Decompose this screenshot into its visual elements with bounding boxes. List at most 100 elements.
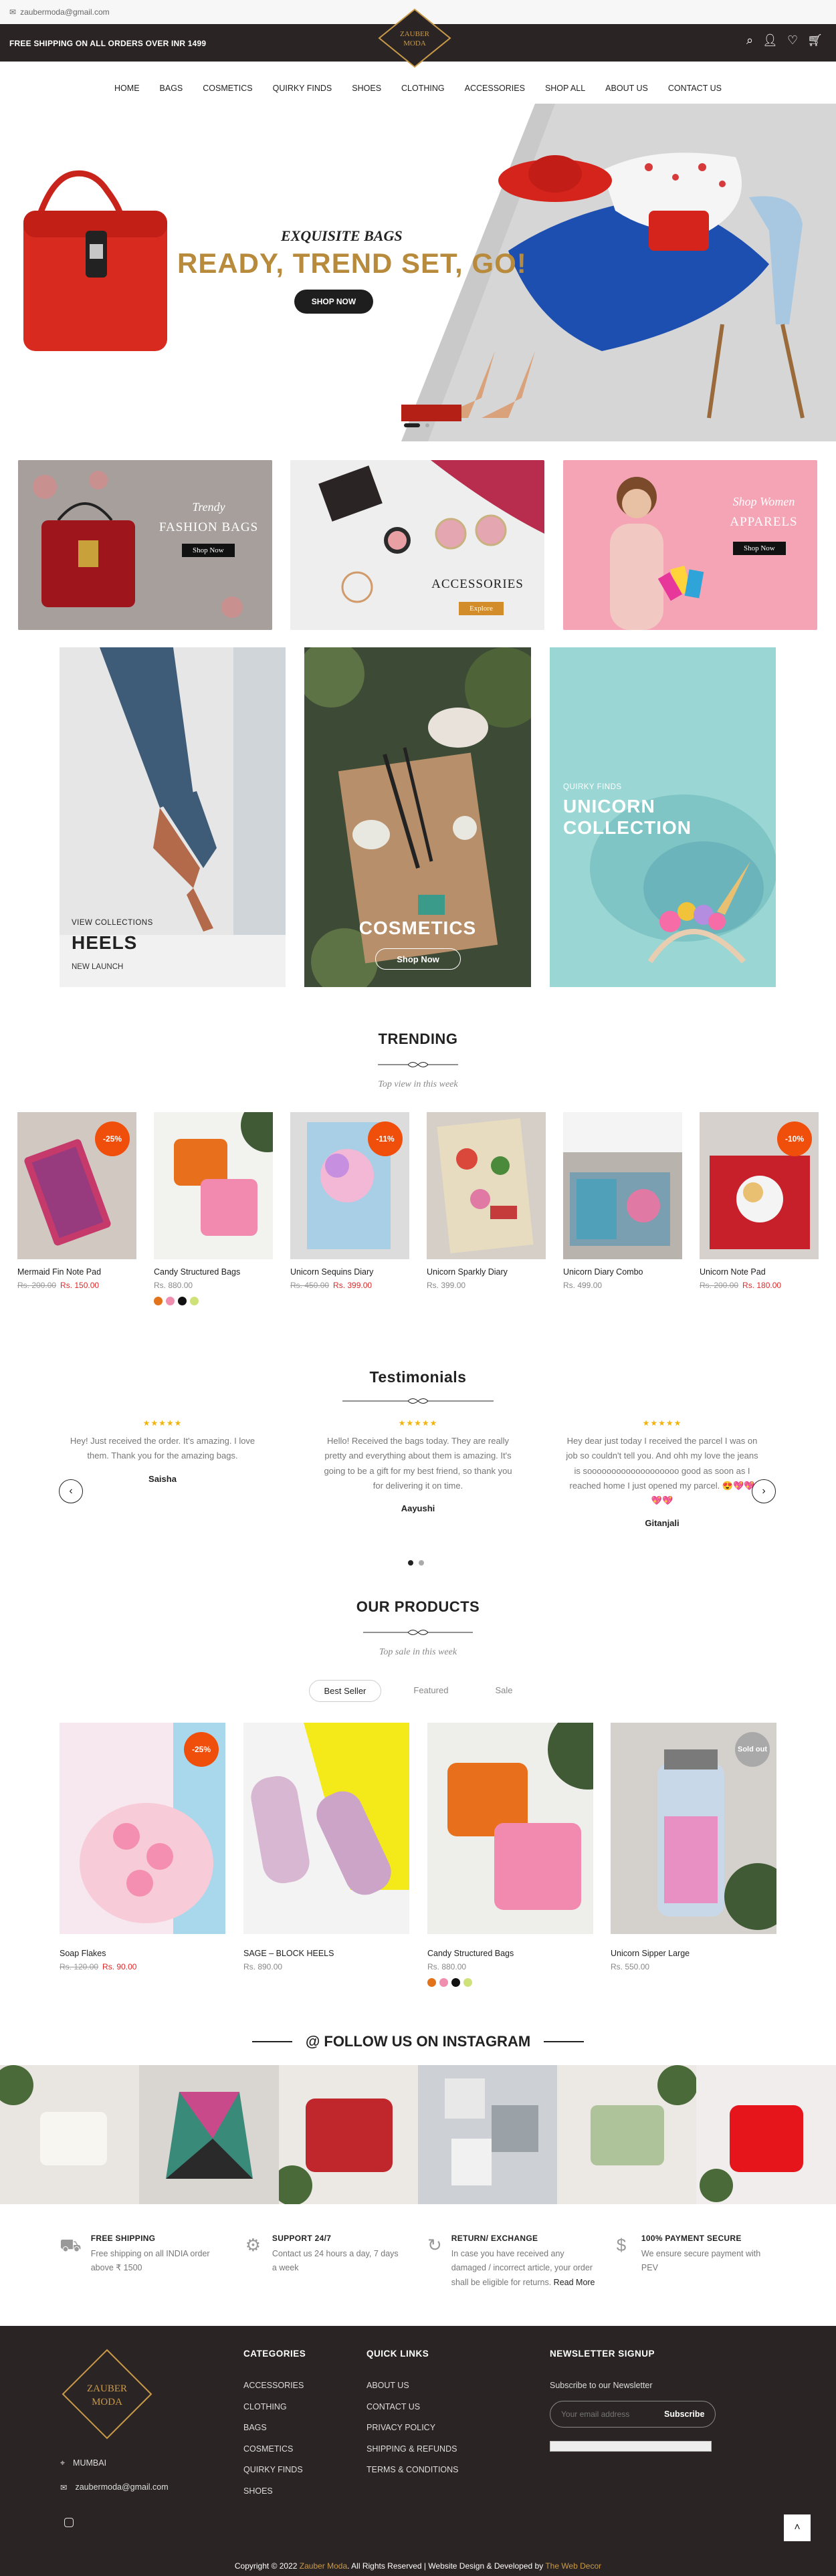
accessories-image	[290, 460, 544, 630]
nav-shoes[interactable]: SHOES	[352, 84, 381, 93]
swatch-orange[interactable]	[154, 1297, 163, 1305]
banner-explore-button[interactable]: Explore	[459, 602, 504, 615]
instagram-post[interactable]	[696, 2065, 836, 2204]
rating-stars: ★★★★★	[398, 1418, 438, 1428]
footer-link[interactable]: COSMETICS	[243, 2444, 304, 2454]
instagram-post[interactable]	[0, 2065, 140, 2204]
subscribe-button[interactable]: Subscribe	[655, 2409, 714, 2419]
tile-cosmetics[interactable]: COSMETICS Shop Now	[304, 647, 531, 987]
banner-apparels[interactable]: Shop Women APPARELS Shop Now	[563, 460, 817, 630]
product-image[interactable]: -25%	[60, 1723, 225, 1934]
nav-shop-all[interactable]: SHOP ALL	[545, 84, 585, 93]
product-card[interactable]: -25% Mermaid Fin Note Pad Rs. 200.00 Rs. …	[17, 1112, 136, 1290]
footer-link[interactable]: QUIRKY FINDS	[243, 2465, 304, 2474]
product-image[interactable]	[563, 1112, 682, 1259]
banner-shop-button[interactable]: Shop Now	[182, 544, 235, 557]
nav-quirky-finds[interactable]: QUIRKY FINDS	[273, 84, 332, 93]
newsletter-email-input[interactable]	[561, 2409, 655, 2419]
tile-title-line1: UNICORN	[563, 796, 655, 817]
topbar-email[interactable]: zaubermoda@gmail.com	[20, 7, 110, 17]
product-name[interactable]: Candy Structured Bags	[427, 1949, 593, 1958]
hero-shop-button[interactable]: SHOP NOW	[294, 290, 373, 314]
tab-best-seller[interactable]: Best Seller	[308, 1680, 382, 1702]
footer-link[interactable]: SHIPPING & REFUNDS	[367, 2444, 459, 2454]
product-image[interactable]: -11%	[290, 1112, 409, 1259]
nav-clothing[interactable]: CLOTHING	[401, 84, 445, 93]
nav-home[interactable]: HOME	[114, 84, 140, 93]
instagram-post[interactable]	[557, 2065, 697, 2204]
search-icon[interactable]: ⌕	[746, 33, 753, 47]
tile-unicorn[interactable]: QUIRKY FINDS UNICORN COLLECTION	[550, 647, 776, 987]
banner-fashion-bags[interactable]: Trendy FASHION BAGS Shop Now	[18, 460, 272, 630]
nav-cosmetics[interactable]: COSMETICS	[203, 84, 252, 93]
footer-link[interactable]: ABOUT US	[367, 2381, 459, 2390]
footer-link[interactable]: BAGS	[243, 2423, 304, 2432]
product-card[interactable]: Candy Structured Bags Rs. 880.00	[427, 1723, 593, 1987]
product-image[interactable]	[427, 1112, 546, 1259]
swatch-pink[interactable]	[439, 1978, 448, 1987]
banner-shop-button[interactable]: Shop Now	[733, 542, 786, 555]
wishlist-icon[interactable]: ♡	[787, 33, 798, 47]
instagram-post[interactable]	[278, 2065, 418, 2204]
site-logo[interactable]: ZAUBER MODA	[378, 8, 451, 68]
back-to-top-button[interactable]: ˄	[784, 2514, 811, 2541]
dot-active[interactable]	[408, 1560, 413, 1566]
instagram-icon[interactable]	[64, 2518, 74, 2527]
banner-accessories[interactable]: ACCESSORIES Explore	[290, 460, 544, 630]
tile-shop-button[interactable]: Shop Now	[375, 948, 461, 970]
read-more-link[interactable]: Read More	[554, 2278, 595, 2287]
product-name[interactable]: Unicorn Diary Combo	[563, 1267, 682, 1277]
footer-link[interactable]: PRIVACY POLICY	[367, 2423, 459, 2432]
product-name[interactable]: SAGE – BLOCK HEELS	[243, 1949, 409, 1958]
footer-link[interactable]: SHOES	[243, 2486, 304, 2496]
product-image[interactable]	[154, 1112, 273, 1259]
footer-link[interactable]: ACCESSORIES	[243, 2381, 304, 2390]
tab-featured[interactable]: Featured	[399, 1680, 463, 1702]
product-image[interactable]: -25%	[17, 1112, 136, 1259]
product-name[interactable]: Unicorn Note Pad	[700, 1267, 819, 1277]
product-image[interactable]: -10%	[700, 1112, 819, 1259]
swatch-black[interactable]	[178, 1297, 187, 1305]
product-card[interactable]: Sold out Unicorn Sipper Large Rs. 550.00	[611, 1723, 776, 1971]
product-name[interactable]: Unicorn Sipper Large	[611, 1949, 776, 1958]
nav-about-us[interactable]: ABOUT US	[605, 84, 648, 93]
footer-logo[interactable]: ZAUBER MODA	[60, 2347, 154, 2441]
product-image[interactable]	[427, 1723, 593, 1934]
swatch-lime[interactable]	[463, 1978, 472, 1987]
nav-bags[interactable]: BAGS	[160, 84, 183, 93]
product-card[interactable]: Unicorn Sparkly Diary Rs. 399.00	[427, 1112, 546, 1290]
product-name[interactable]: Unicorn Sequins Diary	[290, 1267, 409, 1277]
swatch-black[interactable]	[451, 1978, 460, 1987]
nav-contact-us[interactable]: CONTACT US	[668, 84, 722, 93]
product-card[interactable]: Unicorn Diary Combo Rs. 499.00	[563, 1112, 682, 1290]
product-card[interactable]: -25% Soap Flakes Rs. 120.00 Rs. 90.00	[60, 1723, 225, 1971]
cart-icon[interactable]: 🛒︎	[807, 33, 823, 47]
tab-sale[interactable]: Sale	[480, 1680, 527, 1702]
dot[interactable]	[419, 1560, 424, 1566]
swatch-pink[interactable]	[166, 1297, 175, 1305]
slider-dot[interactable]	[425, 423, 429, 427]
product-card[interactable]: -11% Unicorn Sequins Diary Rs. 450.00 Rs.…	[290, 1112, 409, 1290]
product-name[interactable]: Soap Flakes	[60, 1949, 225, 1958]
account-icon[interactable]: 👤︎	[762, 33, 778, 47]
swatch-lime[interactable]	[190, 1297, 199, 1305]
swatch-orange[interactable]	[427, 1978, 436, 1987]
instagram-post[interactable]	[417, 2065, 558, 2204]
tile-heels[interactable]: VIEW COLLECTIONS HEELS NEW LAUNCH	[60, 647, 286, 987]
footer-link[interactable]: CONTACT US	[367, 2402, 459, 2411]
product-image[interactable]: Sold out	[611, 1723, 776, 1934]
product-card[interactable]: Candy Structured Bags Rs. 880.00	[154, 1112, 273, 1305]
product-image[interactable]	[243, 1723, 409, 1934]
product-card[interactable]: -10% Unicorn Note Pad Rs. 200.00 Rs. 180.…	[700, 1112, 819, 1290]
product-name[interactable]: Candy Structured Bags	[154, 1267, 273, 1277]
product-name[interactable]: Unicorn Sparkly Diary	[427, 1267, 546, 1277]
slider-dot-active[interactable]	[404, 423, 420, 427]
sold-out-badge: Sold out	[735, 1732, 770, 1767]
nav-accessories[interactable]: ACCESSORIES	[465, 84, 525, 93]
product-name[interactable]: Mermaid Fin Note Pad	[17, 1267, 136, 1277]
footer-link[interactable]: CLOTHING	[243, 2402, 304, 2411]
instagram-post[interactable]	[139, 2065, 279, 2204]
product-card[interactable]: SAGE – BLOCK HEELS Rs. 890.00	[243, 1723, 409, 1971]
ornament-divider	[363, 1630, 473, 1635]
footer-link[interactable]: TERMS & CONDITIONS	[367, 2465, 459, 2474]
